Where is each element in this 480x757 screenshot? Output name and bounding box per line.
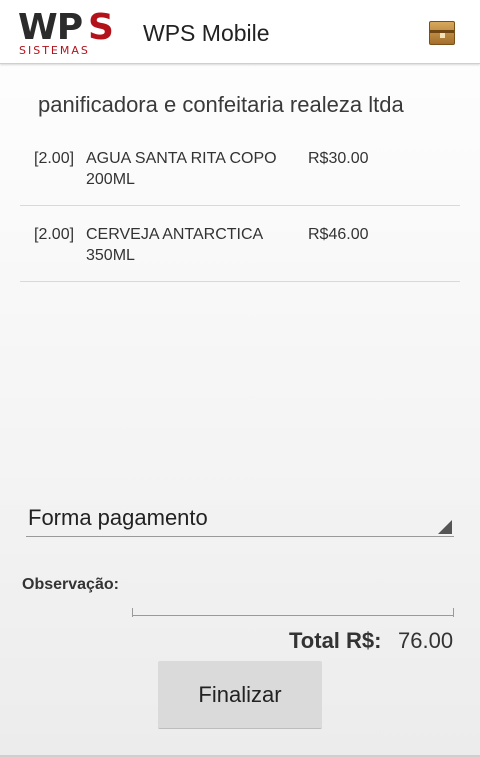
total-value: 76.00 (398, 628, 454, 653)
field-edge-left (132, 608, 133, 617)
item-quantity: [2.00] (34, 150, 75, 167)
app-title: WPS Mobile (143, 20, 270, 46)
list-item[interactable]: [2.00] AGUA SANTA RITA COPO 200ML R$30.0… (20, 148, 460, 206)
payment-method-select[interactable]: Forma pagamento (26, 503, 454, 537)
total-label: Total R$: (289, 628, 382, 653)
package-box-icon[interactable] (429, 21, 455, 45)
logo-letters: WP (18, 7, 83, 48)
payment-method-value: Forma pagamento (28, 505, 208, 530)
observation-label: Observação: (22, 576, 119, 593)
item-quantity: [2.00] (34, 226, 75, 243)
action-bar: WP S SISTEMAS WPS Mobile (0, 0, 480, 64)
wps-logo: WP S SISTEMAS (18, 8, 140, 58)
item-price: R$46.00 (308, 226, 369, 243)
finalize-button[interactable]: Finalizar (158, 661, 322, 729)
logo-subtitle: SISTEMAS (19, 44, 90, 57)
item-price: R$30.00 (308, 150, 369, 167)
company-name: panificadora e confeitaria realeza ltda (38, 92, 404, 117)
item-description: AGUA SANTA RITA COPO 200ML (86, 150, 277, 188)
observation-field[interactable] (132, 598, 454, 616)
list-item[interactable]: [2.00] CERVEJA ANTARCTICA 350ML R$46.00 (20, 224, 460, 282)
dropdown-corner-icon (438, 520, 452, 534)
item-description: CERVEJA ANTARCTICA 350ML (86, 226, 263, 264)
field-edge-right (453, 608, 454, 617)
logo-s-letter: S (88, 7, 114, 48)
